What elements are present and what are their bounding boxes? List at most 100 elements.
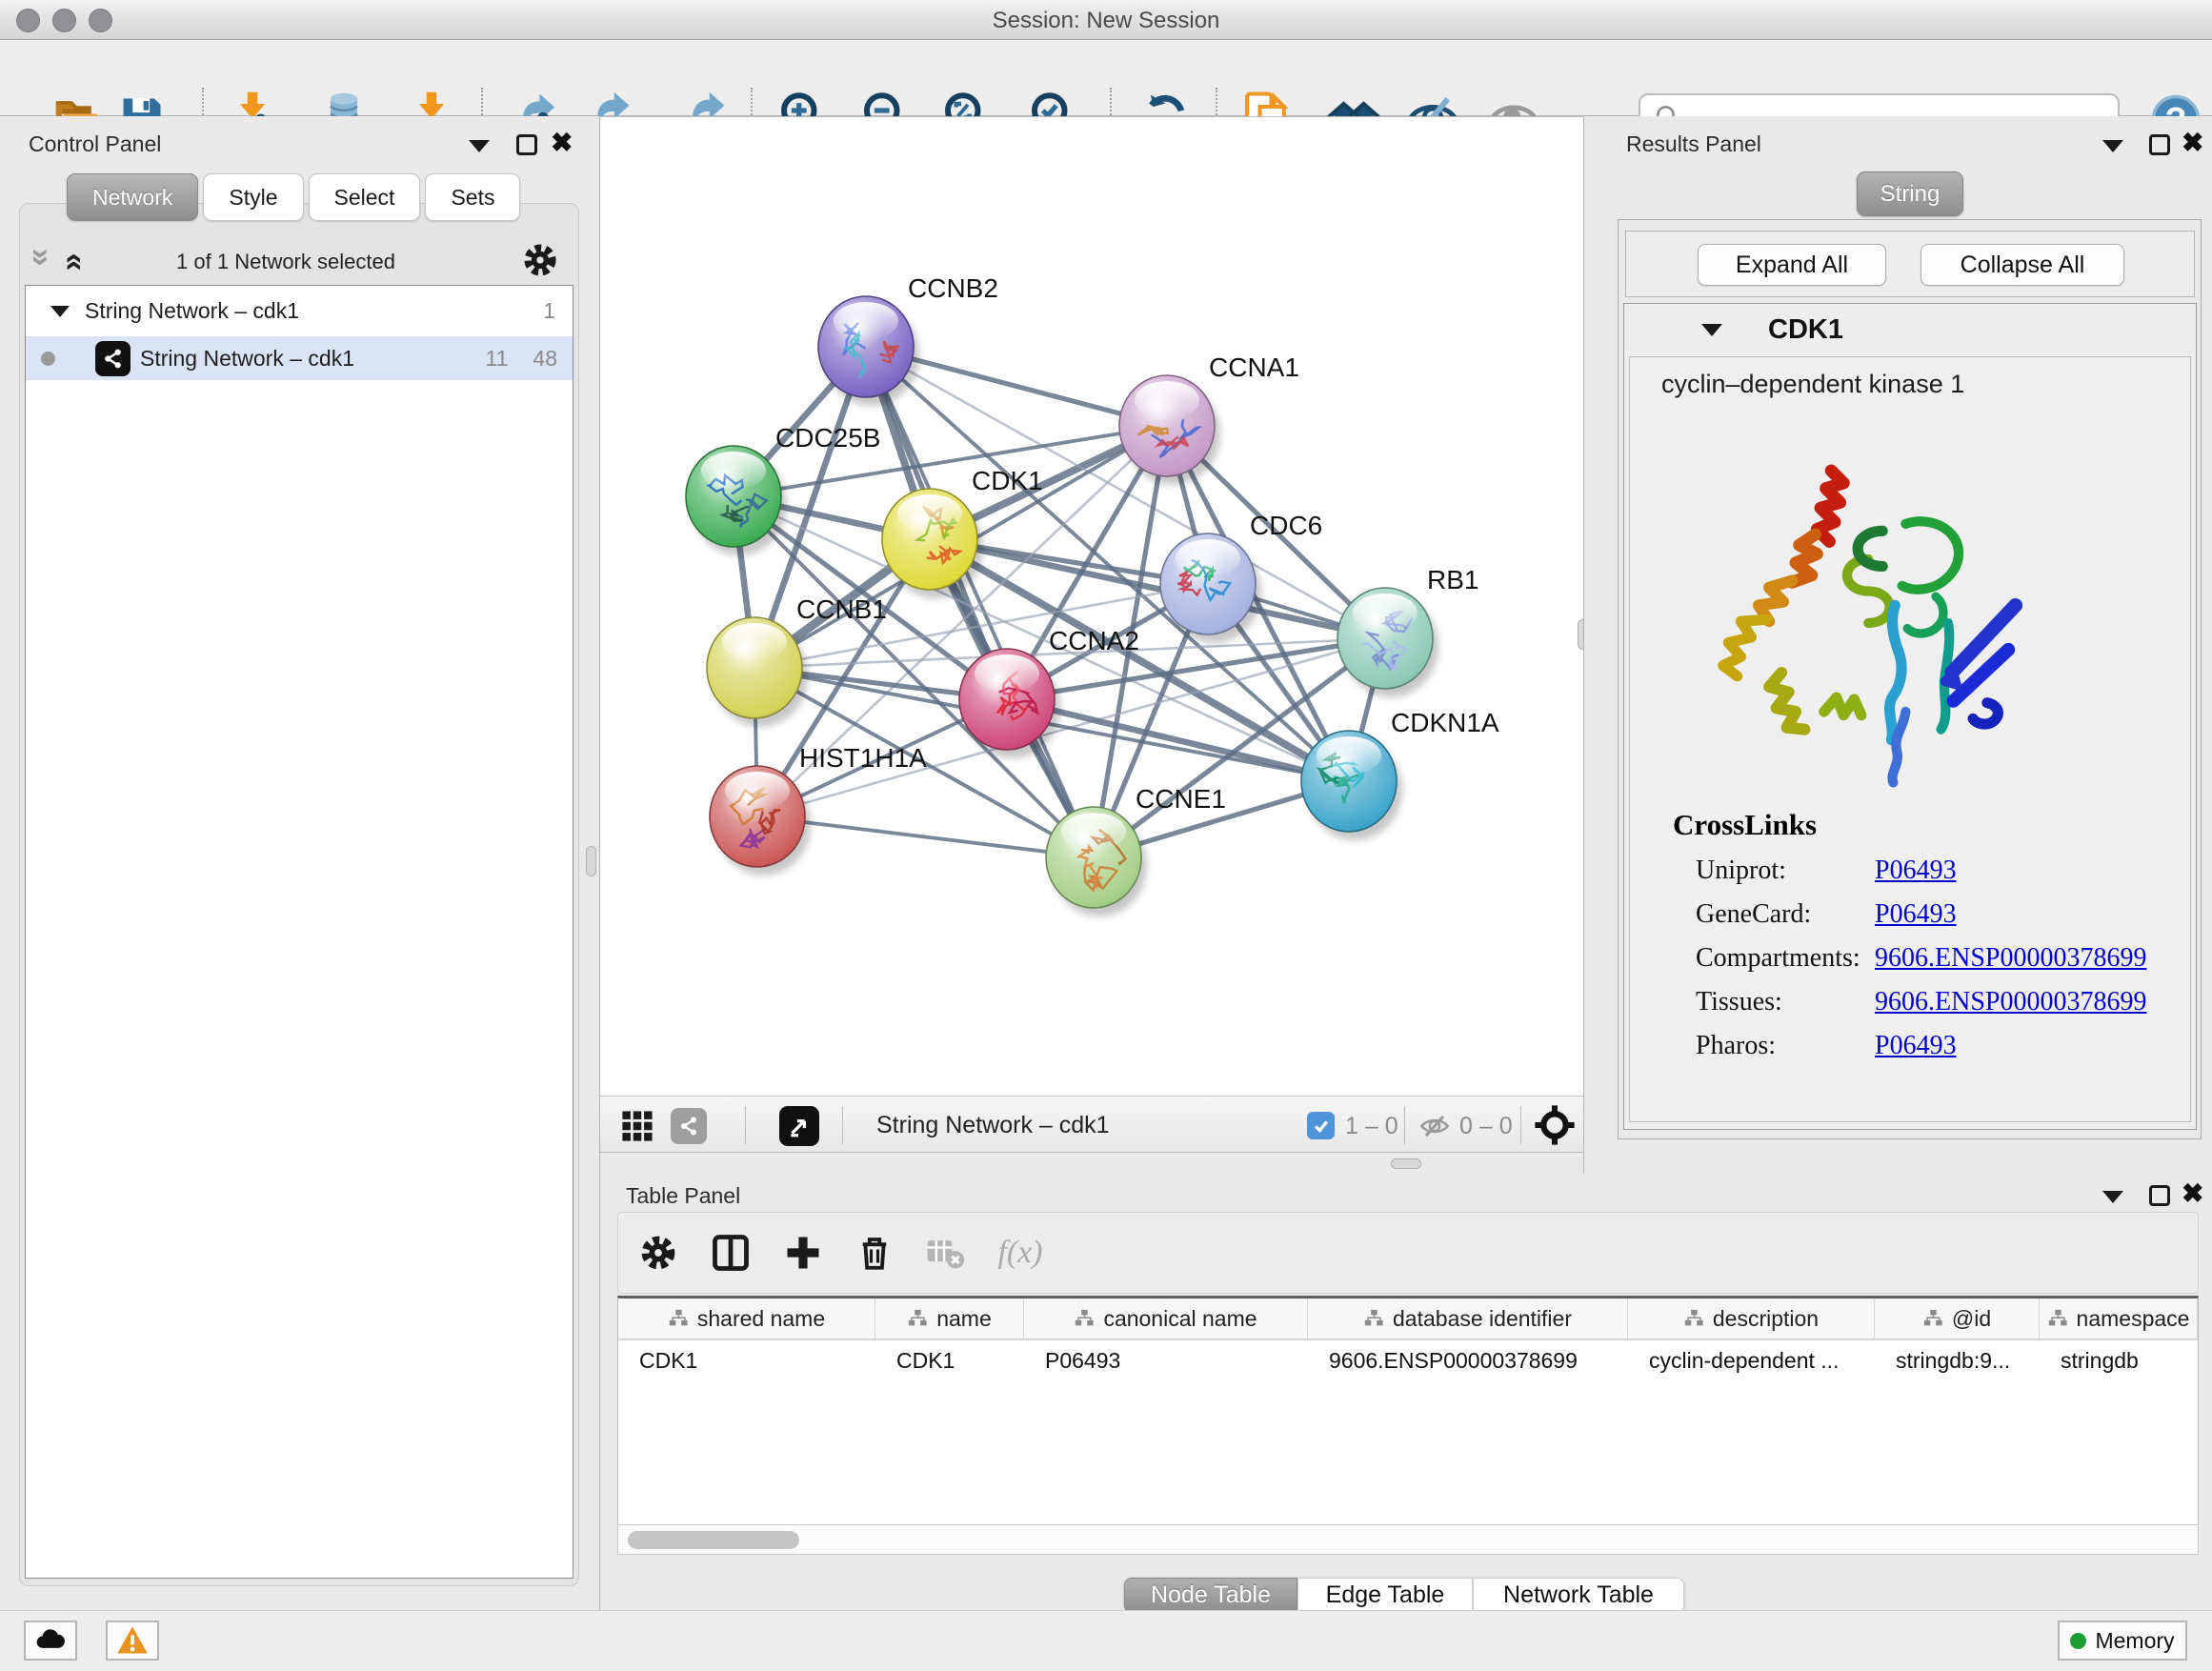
control-panel-float-icon[interactable] <box>516 134 537 155</box>
cloud-status-button[interactable] <box>24 1621 77 1661</box>
column-header-canonical-name[interactable]: canonical name <box>1024 1299 1308 1339</box>
function-builder-icon[interactable]: f(x) <box>993 1225 1048 1280</box>
network-node-CCNB1[interactable]: CCNB1 <box>707 594 887 727</box>
table-settings-gear-icon[interactable] <box>631 1225 686 1280</box>
crosslink-link[interactable]: 9606.ENSP00000378699 <box>1875 943 2146 973</box>
results-panel-float-icon[interactable] <box>2149 134 2170 155</box>
expand-all-button[interactable]: Expand All <box>1698 244 1886 286</box>
column-header-description[interactable]: description <box>1628 1299 1875 1339</box>
warning-icon <box>115 1623 150 1658</box>
crosslink-link[interactable]: 9606.ENSP00000378699 <box>1875 987 2146 1017</box>
delete-table-icon[interactable] <box>917 1225 973 1280</box>
left-splitter-handle[interactable] <box>586 846 596 876</box>
network-view-title: String Network – cdk1 <box>876 1112 1110 1139</box>
network-node-CCNE1[interactable]: CCNE1 <box>1046 784 1226 916</box>
control-panel-close-icon[interactable]: ✖ <box>551 132 573 153</box>
main-toolbar: ? <box>0 40 2212 116</box>
table-tab-network-table[interactable]: Network Table <box>1473 1578 1684 1613</box>
delete-column-trash-icon[interactable] <box>847 1225 902 1280</box>
selected-checkbox-icon[interactable] <box>1307 1112 1335 1139</box>
scrollbar-thumb[interactable] <box>628 1531 799 1549</box>
show-columns-icon[interactable] <box>703 1225 758 1280</box>
collapse-all-networks-icon[interactable]: » <box>27 249 55 267</box>
crosslink-link[interactable]: P06493 <box>1875 1031 1957 1060</box>
control-panel-menu-caret[interactable] <box>469 140 490 152</box>
network-label: String Network – cdk1 <box>140 346 354 372</box>
crosslink-link[interactable]: P06493 <box>1875 899 1957 929</box>
table-cell[interactable]: stringdb:9... <box>1875 1340 2040 1380</box>
node-label: CCNB1 <box>796 594 887 624</box>
crosslink-label: Uniprot: <box>1696 856 1875 886</box>
column-header-shared-name[interactable]: shared name <box>618 1299 875 1339</box>
table-horizontal-scrollbar[interactable] <box>617 1524 2199 1555</box>
network-collection-row[interactable]: String Network – cdk1 1 <box>26 286 573 336</box>
column-header--id[interactable]: @id <box>1875 1299 2040 1339</box>
crosslink-link[interactable]: P06493 <box>1875 856 1957 885</box>
title-bar: Session: New Session <box>0 0 2212 40</box>
expand-all-networks-icon[interactable]: » <box>57 253 86 272</box>
network-canvas[interactable]: CCNB2CCNA1CDC25BCDK1CDC6RB1CCNB1CCNA2CDK… <box>600 116 1583 1096</box>
network-node-CCNA1[interactable]: CCNA1 <box>1119 352 1299 485</box>
network-node-CDK1[interactable]: CDK1 <box>882 466 1043 598</box>
column-header-name[interactable]: name <box>875 1299 1024 1339</box>
table-panel-menu-caret[interactable] <box>2102 1191 2123 1203</box>
add-column-icon[interactable] <box>775 1225 831 1280</box>
network-node-CDKN1A[interactable]: CDKN1A <box>1301 708 1499 840</box>
table-cell[interactable]: cyclin-dependent ... <box>1628 1340 1875 1380</box>
tab-string[interactable]: String <box>1857 171 1963 216</box>
collection-expand-caret[interactable] <box>50 306 70 317</box>
toolbar-separator <box>1404 1106 1405 1144</box>
birds-eye-view-icon[interactable] <box>779 1106 819 1146</box>
memory-label: Memory <box>2095 1628 2174 1654</box>
tab-sets[interactable]: Sets <box>425 173 520 221</box>
network-row-selected[interactable]: String Network – cdk1 11 48 <box>26 336 573 380</box>
network-node-CDC6[interactable]: CDC6 <box>1160 511 1322 643</box>
protein-expand-caret[interactable] <box>1701 324 1722 336</box>
protein-name: CDK1 <box>1768 314 1843 346</box>
toolbar-separator <box>842 1106 843 1144</box>
table-tab-edge-table[interactable]: Edge Table <box>1297 1578 1473 1613</box>
table-panel-close-icon[interactable]: ✖ <box>2182 1183 2203 1204</box>
column-header-namespace[interactable]: namespace <box>2040 1299 2198 1339</box>
table-cell[interactable]: stringdb <box>2040 1340 2198 1380</box>
network-status-dot <box>41 352 55 366</box>
network-node-HIST1H1A[interactable]: HIST1H1A <box>710 743 927 876</box>
warnings-button[interactable] <box>106 1621 159 1661</box>
node-label: CDC25B <box>775 423 880 453</box>
control-panel-tabs: NetworkStyleSelectSets <box>67 173 525 221</box>
network-node-RB1[interactable]: RB1 <box>1337 565 1478 697</box>
tab-network[interactable]: Network <box>67 173 198 221</box>
crosslink-label: GeneCard: <box>1696 899 1875 930</box>
memory-button[interactable]: Memory <box>2058 1621 2187 1661</box>
tab-select[interactable]: Select <box>309 173 421 221</box>
table-tab-node-table[interactable]: Node Table <box>1124 1578 1297 1613</box>
toolbar-separator <box>745 1106 746 1144</box>
network-share-icon[interactable] <box>671 1108 707 1144</box>
network-node-CCNB2[interactable]: CCNB2 <box>818 273 998 406</box>
network-options-gear-icon[interactable] <box>520 240 560 285</box>
network-selection-status: 1 of 1 Network selected <box>95 250 476 274</box>
edge-count: 48 <box>533 346 557 372</box>
collection-count: 1 <box>543 298 555 324</box>
grid-view-icon[interactable] <box>621 1110 654 1147</box>
table-cell[interactable]: P06493 <box>1024 1340 1308 1380</box>
table-cell[interactable]: 9606.ENSP00000378699 <box>1308 1340 1628 1380</box>
crosslink-row: GeneCard:P06493 <box>1696 899 2172 930</box>
node-label: CCNE1 <box>1136 784 1226 814</box>
table-cell[interactable]: CDK1 <box>618 1340 875 1380</box>
hidden-eye-icon[interactable] <box>1418 1109 1452 1148</box>
results-panel-menu-caret[interactable] <box>2102 140 2123 152</box>
table-cell[interactable]: CDK1 <box>875 1340 1024 1380</box>
bottom-splitter-handle[interactable] <box>1391 1158 1421 1169</box>
network-edge[interactable] <box>866 347 1094 857</box>
tab-style[interactable]: Style <box>203 173 303 221</box>
results-panel-close-icon[interactable]: ✖ <box>2182 132 2203 153</box>
table-panel-float-icon[interactable] <box>2149 1185 2170 1206</box>
crosslink-row: Pharos:P06493 <box>1696 1031 2172 1061</box>
selected-node-edge-counts: 1 – 0 <box>1345 1113 1398 1140</box>
node-label: RB1 <box>1427 565 1478 594</box>
collapse-all-button[interactable]: Collapse All <box>1920 244 2124 286</box>
column-header-database-identifier[interactable]: database identifier <box>1308 1299 1628 1339</box>
crosslink-row: Tissues:9606.ENSP00000378699 <box>1696 987 2172 1017</box>
fit-content-crosshair-icon[interactable] <box>1534 1104 1576 1151</box>
